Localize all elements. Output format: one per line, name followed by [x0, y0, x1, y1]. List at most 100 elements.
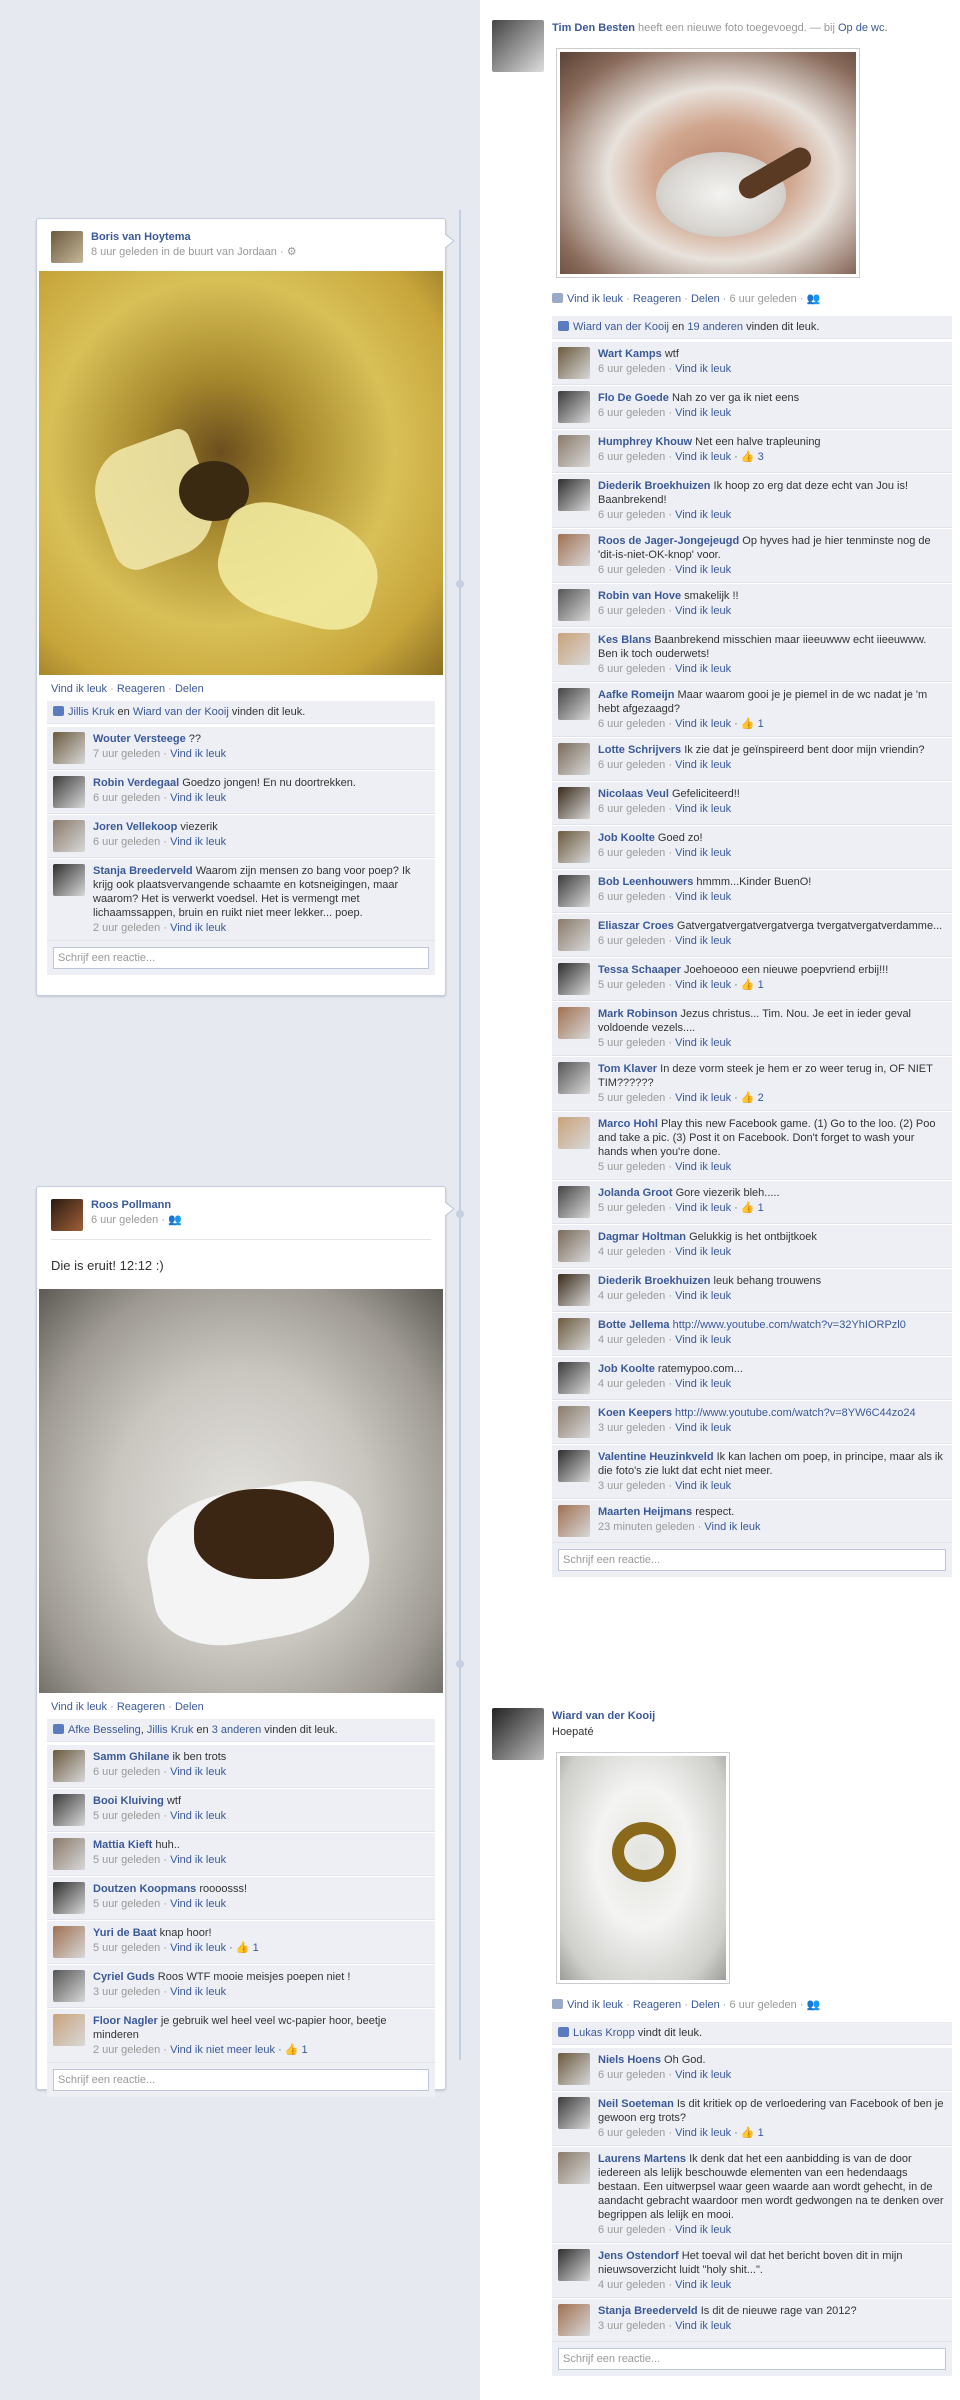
commenter-avatar[interactable] — [558, 1505, 590, 1537]
commenter-name[interactable]: Laurens Martens — [598, 2153, 686, 2165]
comment-like-link[interactable]: Vind ik leuk — [675, 979, 731, 991]
commenter-avatar[interactable] — [558, 831, 590, 863]
comment-like-link[interactable]: Vind ik leuk — [675, 1202, 731, 1214]
commenter-avatar[interactable] — [558, 435, 590, 467]
like-link[interactable]: Vind ik leuk — [51, 683, 107, 695]
post-photo-frame[interactable] — [556, 48, 860, 278]
comment-like-count[interactable]: · 👍 1 — [731, 718, 764, 730]
comment-like-link[interactable]: Vind ik leuk — [170, 1810, 226, 1822]
commenter-avatar[interactable] — [53, 1838, 85, 1870]
commenter-name[interactable]: Mark Robinson — [598, 1008, 677, 1020]
liker-link[interactable]: Afke Besseling — [68, 1724, 141, 1736]
comment-like-link[interactable]: Vind ik leuk — [675, 1092, 731, 1104]
share-link[interactable]: Delen — [175, 683, 204, 695]
comment-link[interactable]: Reageren — [633, 1999, 681, 2011]
commenter-name[interactable]: Kes Blans — [598, 634, 651, 646]
commenter-name[interactable]: Tessa Schaaper — [598, 964, 681, 976]
commenter-name[interactable]: Bob Leenhouwers — [598, 876, 693, 888]
comment-link[interactable]: Reageren — [633, 293, 681, 305]
liker-link[interactable]: 3 anderen — [212, 1724, 262, 1736]
commenter-name[interactable]: Valentine Heuzinkveld — [598, 1451, 714, 1463]
commenter-name[interactable]: Marco Hohl — [598, 1118, 658, 1130]
comment-like-link[interactable]: Vind ik leuk — [675, 759, 731, 771]
commenter-avatar[interactable] — [558, 2152, 590, 2184]
share-link[interactable]: Delen — [691, 1999, 720, 2011]
post-photo[interactable] — [39, 271, 443, 675]
comment-like-link[interactable]: Vind ik leuk — [170, 792, 226, 804]
comment-like-link[interactable]: Vind ik leuk — [675, 1334, 731, 1346]
avatar[interactable] — [492, 20, 544, 72]
comment-like-link[interactable]: Vind ik leuk — [675, 509, 731, 521]
comment-like-link[interactable]: Vind ik leuk — [675, 1378, 731, 1390]
liker-link[interactable]: Lukas Kropp — [573, 2027, 635, 2039]
commenter-name[interactable]: Maarten Heijmans — [598, 1506, 692, 1518]
commenter-name[interactable]: Neil Soeteman — [598, 2098, 674, 2110]
commenter-name[interactable]: Stanja Breederveld — [93, 865, 193, 877]
commenter-avatar[interactable] — [53, 820, 85, 852]
liker-link[interactable]: Jillis Kruk — [147, 1724, 193, 1736]
commenter-avatar[interactable] — [53, 1794, 85, 1826]
comment-like-count[interactable]: · 👍 3 — [731, 451, 764, 463]
commenter-name[interactable]: Eliaszar Croes — [598, 920, 674, 932]
commenter-name[interactable]: Koen Keepers — [598, 1407, 672, 1419]
commenter-avatar[interactable] — [53, 1750, 85, 1782]
commenter-avatar[interactable] — [53, 732, 85, 764]
commenter-avatar[interactable] — [558, 589, 590, 621]
avatar[interactable] — [51, 231, 83, 263]
commenter-name[interactable]: Job Koolte — [598, 832, 655, 844]
commenter-name[interactable]: Aafke Romeijn — [598, 689, 674, 701]
commenter-name[interactable]: Samm Ghilane — [93, 1751, 169, 1763]
comment-like-link[interactable]: Vind ik leuk — [170, 1942, 226, 1954]
commenter-name[interactable]: Floor Nagler — [93, 2015, 158, 2027]
commenter-avatar[interactable] — [558, 1186, 590, 1218]
commenter-name[interactable]: Humphrey Khouw — [598, 436, 692, 448]
commenter-avatar[interactable] — [558, 1117, 590, 1149]
place-link[interactable]: Op de wc. — [838, 22, 888, 34]
commenter-name[interactable]: Diederik Broekhuizen — [598, 1275, 710, 1287]
comment-like-link[interactable]: Vind ik leuk — [675, 891, 731, 903]
share-link[interactable]: Delen — [175, 1701, 204, 1713]
author-name[interactable]: Boris van Hoytema — [91, 231, 297, 243]
comment-link[interactable]: Reageren — [117, 1701, 165, 1713]
commenter-avatar[interactable] — [558, 919, 590, 951]
author-name[interactable]: Tim Den Besten — [552, 22, 635, 34]
commenter-name[interactable]: Robin van Hove — [598, 590, 681, 602]
commenter-avatar[interactable] — [558, 2304, 590, 2336]
comment-input[interactable]: Schrijf een reactie... — [558, 2348, 946, 2370]
commenter-name[interactable]: Mattia Kieft — [93, 1839, 152, 1851]
comment-like-link[interactable]: Vind ik leuk — [704, 1521, 760, 1533]
commenter-avatar[interactable] — [558, 1274, 590, 1306]
commenter-avatar[interactable] — [53, 1926, 85, 1958]
commenter-avatar[interactable] — [558, 1362, 590, 1394]
comment-like-link[interactable]: Vind ik leuk — [675, 1422, 731, 1434]
commenter-avatar[interactable] — [53, 1970, 85, 2002]
author-name[interactable]: Roos Pollmann — [91, 1199, 182, 1211]
comment-like-link[interactable]: Vind ik leuk — [170, 1898, 226, 1910]
commenter-avatar[interactable] — [558, 534, 590, 566]
comment-link[interactable]: Reageren — [117, 683, 165, 695]
commenter-name[interactable]: Roos de Jager-Jongejeugd — [598, 535, 739, 547]
comment-like-link[interactable]: Vind ik leuk — [675, 1246, 731, 1258]
commenter-name[interactable]: Booi Kluiving — [93, 1795, 164, 1807]
comment-like-link[interactable]: Vind ik leuk — [170, 1766, 226, 1778]
liker-link[interactable]: Wiard van der Kooij — [573, 321, 669, 333]
commenter-avatar[interactable] — [558, 787, 590, 819]
commenter-name[interactable]: Joren Vellekoop — [93, 821, 177, 833]
commenter-name[interactable]: Cyriel Guds — [93, 1971, 155, 1983]
like-link[interactable]: Vind ik leuk — [51, 1701, 107, 1713]
comment-like-count[interactable]: · 👍 1 — [731, 1202, 764, 1214]
commenter-avatar[interactable] — [53, 864, 85, 896]
comment-like-link[interactable]: Vind ik leuk — [675, 2127, 731, 2139]
commenter-name[interactable]: Lotte Schrijvers — [598, 744, 681, 756]
like-link[interactable]: Vind ik leuk — [567, 293, 623, 305]
avatar[interactable] — [492, 1708, 544, 1760]
comment-like-link[interactable]: Vind ik leuk — [675, 2069, 731, 2081]
commenter-name[interactable]: Flo De Goede — [598, 392, 669, 404]
avatar[interactable] — [51, 1199, 83, 1231]
commenter-avatar[interactable] — [558, 743, 590, 775]
like-link[interactable]: Vind ik leuk — [567, 1999, 623, 2011]
author-name[interactable]: Wiard van der Kooij — [552, 1710, 952, 1722]
commenter-name[interactable]: Job Koolte — [598, 1363, 655, 1375]
commenter-name[interactable]: Wouter Versteege — [93, 733, 186, 745]
commenter-avatar[interactable] — [558, 2097, 590, 2129]
